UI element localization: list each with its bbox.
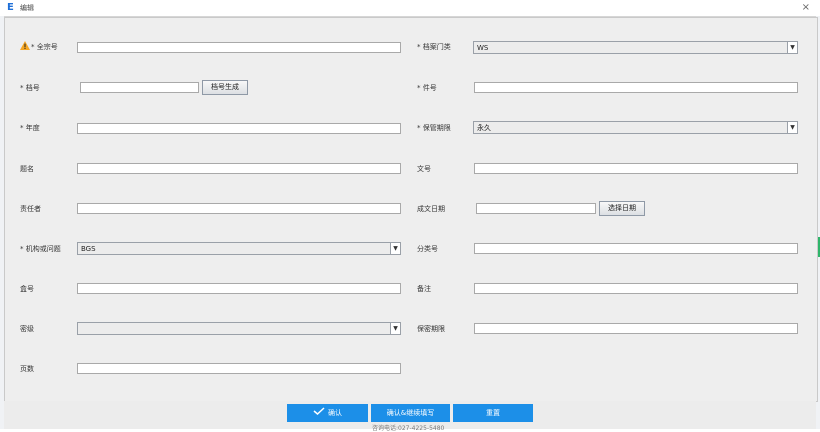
label-jigou: * 机构或问题 xyxy=(20,245,61,253)
select-date-button[interactable]: 选择日期 xyxy=(599,201,645,216)
footer-text: 咨询电话:027-4225-5480 xyxy=(372,425,445,432)
menlei-select[interactable]: WS ▼ xyxy=(473,41,798,54)
label-niandu: * 年度 xyxy=(20,124,40,132)
chevron-down-icon[interactable]: ▼ xyxy=(390,323,400,334)
confirm-label: 确认 xyxy=(328,409,342,417)
baoguan-select[interactable]: 永久 ▼ xyxy=(473,121,798,134)
label-quanzong: * 全宗号 xyxy=(31,43,58,51)
label-miji: 密级 xyxy=(20,325,34,333)
jigou-select[interactable]: BGS ▼ xyxy=(77,242,401,255)
miji-select[interactable]: ▼ xyxy=(77,322,401,335)
confirm-button[interactable]: 确认 xyxy=(287,404,368,422)
label-baomi: 保密期限 xyxy=(417,325,445,333)
jianhao-input[interactable] xyxy=(474,82,798,93)
chevron-down-icon[interactable]: ▼ xyxy=(390,243,400,254)
chevron-down-icon[interactable]: ▼ xyxy=(787,122,797,133)
fenlei-input[interactable] xyxy=(474,243,798,254)
label-yeshu: 页数 xyxy=(20,365,34,373)
label-chengwen: 成文日期 xyxy=(417,205,445,213)
label-baoguan: * 保管期限 xyxy=(417,124,451,132)
check-icon xyxy=(313,404,325,422)
generate-danghao-button[interactable]: 档号生成 xyxy=(202,80,248,95)
label-danghao: * 档号 xyxy=(20,84,40,92)
label-jianhao: * 件号 xyxy=(417,84,437,92)
baomi-input[interactable] xyxy=(474,323,798,334)
warning-icon xyxy=(20,41,30,52)
quanzong-input[interactable] xyxy=(77,42,401,53)
confirm-continue-button[interactable]: 确认&继续填写 xyxy=(371,404,450,422)
timing-input[interactable] xyxy=(77,163,401,174)
chengwen-input[interactable] xyxy=(476,203,596,214)
label-menlei: * 档案门类 xyxy=(417,43,451,51)
wenhao-input[interactable] xyxy=(474,163,798,174)
label-beizhu: 备注 xyxy=(417,285,431,293)
label-fenlei: 分类号 xyxy=(417,245,438,253)
app-icon: E xyxy=(7,2,14,13)
reset-button[interactable]: 重置 xyxy=(453,404,533,422)
jigou-value: BGS xyxy=(81,245,96,253)
window-titlebar: E 编辑 × xyxy=(0,0,820,17)
danghao-input[interactable] xyxy=(80,82,199,93)
menlei-value: WS xyxy=(477,44,489,52)
baoguan-value: 永久 xyxy=(477,124,491,132)
label-wenhao: 文号 xyxy=(417,165,431,173)
niandu-input[interactable] xyxy=(77,123,401,134)
yeshu-input[interactable] xyxy=(77,363,401,374)
chevron-down-icon[interactable]: ▼ xyxy=(787,42,797,53)
window-title: 编辑 xyxy=(20,4,34,12)
close-icon[interactable]: × xyxy=(802,2,810,13)
zerenzhe-input[interactable] xyxy=(77,203,401,214)
label-zerenzhe: 责任者 xyxy=(20,205,41,213)
beizhu-input[interactable] xyxy=(474,283,798,294)
hehao-input[interactable] xyxy=(77,283,401,294)
label-timing: 题名 xyxy=(20,165,34,173)
label-hehao: 盒号 xyxy=(20,285,34,293)
